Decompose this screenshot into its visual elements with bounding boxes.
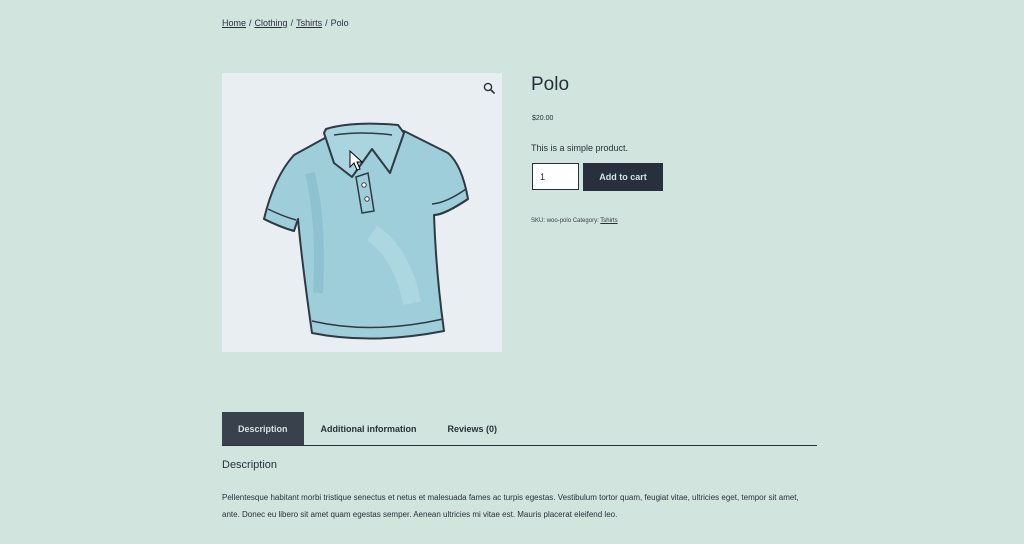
product-title: Polo bbox=[531, 74, 570, 95]
breadcrumb-tshirts-link[interactable]: Tshirts bbox=[296, 18, 322, 28]
product-price: $20.00 bbox=[532, 115, 554, 122]
panel-description-text: Pellentesque habitant morbi tristique se… bbox=[222, 493, 799, 519]
category-link[interactable]: Tshirts bbox=[600, 218, 617, 224]
tab-additional-information[interactable]: Additional information bbox=[304, 412, 432, 445]
quantity-input[interactable] bbox=[532, 163, 579, 190]
breadcrumb-separator: / bbox=[325, 18, 328, 28]
breadcrumb-clothing-link[interactable]: Clothing bbox=[255, 18, 288, 28]
sku-value: woo-polo bbox=[546, 218, 572, 224]
breadcrumb-home-link[interactable]: Home bbox=[222, 18, 246, 28]
product-summary: Polo $20.00 This is a simple product. Ad… bbox=[531, 73, 821, 224]
breadcrumb-current: Polo bbox=[330, 18, 349, 28]
product-tabs: Description Additional information Revie… bbox=[222, 412, 817, 446]
product-gallery[interactable] bbox=[222, 73, 502, 352]
category-label: Category: bbox=[572, 218, 599, 224]
breadcrumb-separator: / bbox=[249, 18, 252, 28]
product-meta: SKU: woo-polo Category: Tshirts bbox=[531, 218, 618, 224]
tab-description[interactable]: Description bbox=[222, 412, 304, 445]
breadcrumb: Home / Clothing / Tshirts / Polo bbox=[222, 18, 349, 28]
breadcrumb-separator: / bbox=[290, 18, 294, 28]
panel-title: Description bbox=[222, 459, 278, 471]
sku-label: SKU: bbox=[531, 218, 546, 224]
product-short-description: This is a simple product. bbox=[531, 143, 629, 153]
magnifier-icon[interactable] bbox=[482, 81, 496, 95]
add-to-cart-button[interactable]: Add to cart bbox=[583, 163, 663, 191]
product-image[interactable] bbox=[222, 73, 502, 352]
tab-reviews[interactable]: Reviews (0) bbox=[432, 412, 514, 445]
